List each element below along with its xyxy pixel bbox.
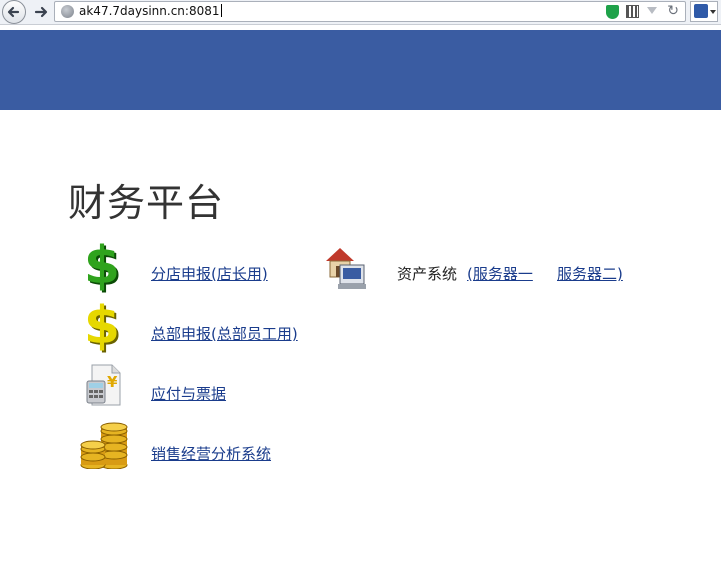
svg-text:¥: ¥ xyxy=(107,373,118,391)
back-button[interactable] xyxy=(2,0,26,24)
asset-system-label: 资产系统 xyxy=(397,265,458,283)
dropdown-icon[interactable] xyxy=(647,7,657,14)
dollar-green-icon: $ xyxy=(83,236,121,296)
reload-icon[interactable]: ↻ xyxy=(667,3,679,20)
coin-stack-icon xyxy=(80,422,128,469)
forward-icon xyxy=(34,6,48,18)
search-engine-selector[interactable] xyxy=(690,1,718,22)
address-bar[interactable]: ak47.7daysinn.cn:8081 ↻ xyxy=(54,1,686,22)
header-banner xyxy=(0,30,721,110)
search-engine-icon xyxy=(694,4,708,18)
branch-report-link[interactable]: 分店申报(店长用) xyxy=(151,263,268,284)
dollar-yellow-icon: $ xyxy=(83,296,121,356)
asset-server-2-link[interactable]: 服务器二) xyxy=(557,263,623,284)
globe-icon xyxy=(61,5,74,18)
asset-server-1-link[interactable]: (服务器一 xyxy=(467,263,533,284)
payables-bills-link[interactable]: 应付与票据 xyxy=(151,383,226,404)
browser-toolbar: ak47.7daysinn.cn:8081 ↻ xyxy=(0,0,721,25)
shield-icon[interactable] xyxy=(606,5,619,19)
hq-report-link[interactable]: 总部申报(总部员工用) xyxy=(151,323,298,344)
qr-code-icon[interactable] xyxy=(626,5,639,18)
calculator-yen-icon: ¥ xyxy=(86,364,121,406)
url-text[interactable]: ak47.7daysinn.cn:8081 xyxy=(79,4,222,18)
house-computer-icon xyxy=(326,248,366,289)
chevron-down-icon xyxy=(710,10,716,14)
page-title: 财务平台 xyxy=(68,181,225,225)
sales-analysis-link[interactable]: 销售经营分析系统 xyxy=(151,443,271,464)
back-icon xyxy=(7,6,20,18)
forward-button[interactable] xyxy=(30,1,52,23)
